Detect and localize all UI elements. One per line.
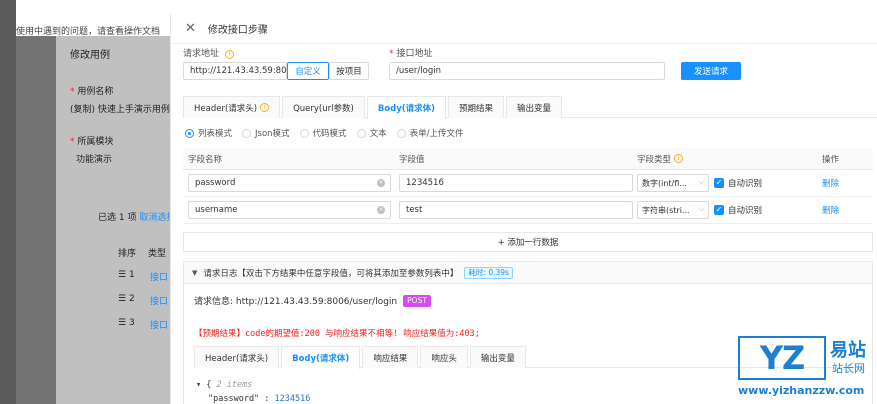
background-drawer-title: 修改用例 bbox=[70, 50, 110, 61]
background-row-type-1: 接口 bbox=[150, 273, 169, 283]
json-viewer: ▾ { 2 items "password" : 1234516 bbox=[196, 380, 311, 404]
field-type-select[interactable]: 字符串(stri... ⌵ bbox=[637, 201, 709, 219]
elapsed-badge: 耗时: 0.39s bbox=[464, 266, 513, 279]
field-value-input[interactable]: 1234516 bbox=[399, 174, 633, 192]
close-icon[interactable]: ✕ bbox=[185, 21, 196, 36]
drawer-header: ✕ 修改接口步骤 bbox=[171, 14, 877, 44]
table-row: password × 1234516 数字(int/fl... ⌵ ✓ 自动识别 删除 bbox=[183, 170, 873, 197]
body-mode-radios: 列表模式 Json模式 代码模式 文本 表单/上传文件 bbox=[185, 127, 473, 139]
log-tab-header[interactable]: Header(请求头) bbox=[194, 346, 280, 368]
auto-detect-label: 自动识别 bbox=[728, 179, 763, 189]
col-action-header: 操作 bbox=[822, 154, 840, 165]
expect-result-message: 【预期结果】code的期望值:200 与响应结果不相等! 响应结果值为:403; bbox=[194, 329, 480, 339]
auto-detect-checkbox[interactable]: ✓ bbox=[714, 205, 724, 215]
delete-link[interactable]: 删除 bbox=[822, 179, 839, 189]
drawer-title: 修改接口步骤 bbox=[207, 25, 268, 36]
background-row-type-2: 接口 bbox=[150, 297, 169, 307]
background-case-name-label: * 用例名称 bbox=[70, 87, 114, 97]
chevron-down-icon: ⌵ bbox=[698, 178, 704, 186]
request-info: 请求信息: http://121.43.43.59:8006/user/logi… bbox=[194, 294, 431, 307]
radio-text-mode[interactable]: 文本 bbox=[356, 127, 387, 139]
col-type-header: 字段类型! bbox=[633, 153, 808, 165]
path-label: * 接口地址 bbox=[389, 49, 433, 59]
field-name-input[interactable]: password × bbox=[188, 174, 391, 192]
background-row-type-3: 接口 bbox=[150, 321, 169, 331]
field-name-input[interactable]: username × bbox=[188, 201, 391, 219]
background-row-order-3: ☰ 3 bbox=[118, 318, 135, 328]
col-name-header: 字段名称 bbox=[188, 154, 223, 165]
request-log-header[interactable]: ▼ 请求日志【双击下方结果中任意字段值，可将其添加至参数列表中】 耗时: 0.3… bbox=[184, 262, 872, 284]
clear-icon[interactable]: × bbox=[377, 179, 385, 187]
background-row-order-2: ☰ 2 bbox=[118, 294, 135, 304]
info-icon: ! bbox=[260, 103, 270, 112]
info-icon: ! bbox=[224, 50, 234, 59]
chevron-down-icon: ⌵ bbox=[698, 205, 704, 213]
background-col-order: 排序 bbox=[118, 249, 137, 259]
radio-json-mode[interactable]: Json模式 bbox=[242, 127, 290, 139]
request-log-title: 请求日志【双击下方结果中任意字段值，可将其添加至参数列表中】 bbox=[203, 268, 459, 279]
log-tab-response[interactable]: 响应结果 bbox=[362, 346, 419, 368]
send-request-button[interactable]: 发送请求 bbox=[681, 62, 741, 80]
col-value-header: 字段值 bbox=[399, 154, 425, 165]
auto-detect-label: 自动识别 bbox=[728, 206, 763, 216]
request-address-label: 请求地址 ! bbox=[183, 46, 234, 59]
custom-button[interactable]: 自定义 bbox=[287, 62, 329, 80]
request-tabs: Header(请求头)! Query(url参数) Body(请求体) 预期结果… bbox=[183, 96, 877, 119]
background-edge bbox=[0, 0, 16, 404]
background-col-type: 类型 bbox=[148, 249, 167, 259]
by-project-button[interactable]: 按项目 bbox=[329, 62, 369, 80]
radio-list-mode[interactable]: 列表模式 bbox=[185, 127, 232, 139]
delete-link[interactable]: 删除 bbox=[822, 206, 839, 216]
background-module-label: * 所属模块 bbox=[70, 137, 114, 147]
table-row: username × test 字符串(stri... ⌵ ✓ 自动识别 删除 bbox=[183, 197, 873, 224]
params-table: 字段名称 字段值 字段类型! 操作 password × 1234516 数字(i… bbox=[183, 148, 873, 224]
tab-body[interactable]: Body(请求体) bbox=[366, 96, 447, 119]
auto-detect-checkbox[interactable]: ✓ bbox=[714, 178, 724, 188]
clear-icon[interactable]: × bbox=[377, 206, 385, 214]
log-tab-output[interactable]: 输出变量 bbox=[469, 346, 526, 368]
background-case-name-value: (复制) 快速上手演示用例 bbox=[70, 105, 170, 115]
table-header: 字段名称 字段值 字段类型! 操作 bbox=[183, 148, 873, 170]
tab-header[interactable]: Header(请求头)! bbox=[183, 96, 281, 118]
add-row-button[interactable]: + 添加一行数据 bbox=[183, 232, 873, 252]
background-module-value: 功能演示 bbox=[76, 155, 113, 165]
field-value-input[interactable]: test bbox=[399, 201, 633, 219]
path-input[interactable]: /user/login bbox=[389, 62, 665, 80]
chevron-down-icon[interactable]: ▾ bbox=[196, 380, 201, 390]
background-selected-text: 已选 1 项 取消选择 bbox=[98, 213, 176, 223]
json-value[interactable]: 1234516 bbox=[275, 394, 311, 404]
field-type-select[interactable]: 数字(int/fl... ⌵ bbox=[637, 174, 709, 192]
log-tab-response-headers[interactable]: 响应头 bbox=[420, 346, 468, 368]
radio-code-mode[interactable]: 代码模式 bbox=[299, 127, 347, 139]
chevron-down-icon: ▼ bbox=[192, 268, 198, 277]
background-row-order-1: ☰ 1 bbox=[118, 270, 135, 280]
radio-form-mode[interactable]: 表单/上传文件 bbox=[396, 127, 463, 139]
tab-query[interactable]: Query(url参数) bbox=[282, 96, 365, 118]
tab-output[interactable]: 输出变量 bbox=[506, 96, 563, 118]
info-icon: ! bbox=[674, 154, 684, 163]
watermark-logo: YZ 易站 站长网 www.yizhanzzw.com bbox=[738, 336, 874, 402]
host-input[interactable]: http://121.43.43.59:8006 bbox=[183, 62, 297, 80]
log-tab-body[interactable]: Body(请求体) bbox=[281, 346, 361, 369]
tab-expected[interactable]: 预期结果 bbox=[448, 96, 505, 118]
method-badge: POST bbox=[403, 294, 431, 307]
